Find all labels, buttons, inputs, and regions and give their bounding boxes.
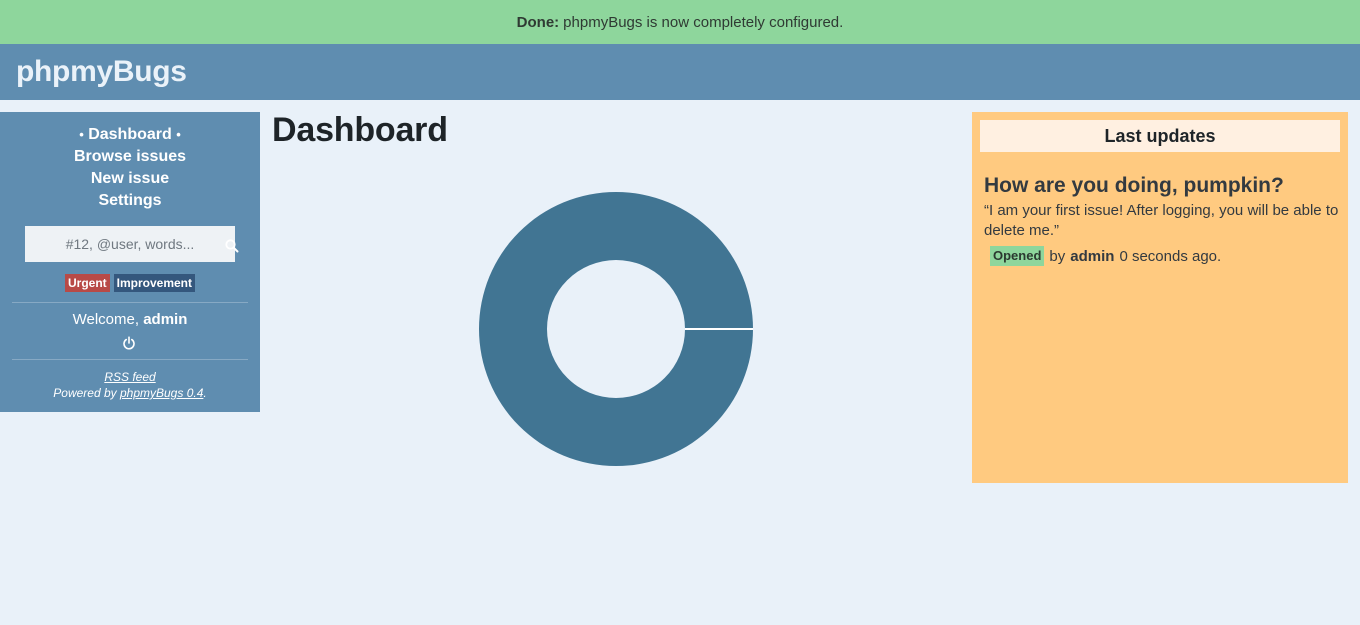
welcome-text: Welcome, admin [0, 311, 260, 328]
page-title: Dashboard [272, 111, 448, 149]
nav-settings[interactable]: Settings [0, 190, 260, 212]
last-updates-panel: Last updates How are you doing, pumpkin?… [972, 112, 1348, 483]
power-icon[interactable] [122, 336, 136, 350]
sidebar-footer: RSS feed Powered by phpmyBugs 0.4. [0, 369, 260, 401]
tag-list: Urgent Improvement [0, 274, 260, 292]
issue-by: by [1049, 247, 1066, 265]
welcome-prefix: Welcome, [72, 311, 140, 328]
sidebar: • Dashboard • Browse issues New issue Se… [0, 112, 260, 412]
tag-urgent[interactable]: Urgent [64, 274, 110, 292]
top-header: phpmyBugs [0, 44, 1360, 100]
sidebar-divider [12, 302, 248, 303]
welcome-user: admin [143, 311, 188, 328]
issue-time: 0 seconds ago. [1119, 247, 1222, 265]
notice-prefix: Done: [516, 13, 560, 31]
brand-logo[interactable]: phpmyBugs [16, 55, 187, 89]
issue-meta: Opened by admin 0 seconds ago. [990, 246, 1221, 266]
sidebar-divider [12, 359, 248, 360]
powered-by-prefix: Powered by [53, 386, 117, 400]
notice-message: phpmyBugs is now completely configured. [563, 13, 844, 31]
tag-improvement[interactable]: Improvement [113, 274, 196, 292]
active-bullet-icon: • [79, 127, 84, 142]
status-badge: Opened [990, 246, 1045, 266]
rss-feed-link[interactable]: RSS feed [104, 370, 155, 384]
success-notice: Done: phpmyBugs is now completely config… [0, 0, 1360, 44]
nav-dashboard-label: Dashboard [88, 126, 172, 143]
search-form [12, 226, 248, 262]
nav-new-issue[interactable]: New issue [0, 168, 260, 190]
last-updates-heading: Last updates [980, 120, 1340, 152]
issue-author[interactable]: admin [1070, 248, 1114, 265]
sidebar-nav: • Dashboard • Browse issues New issue Se… [0, 112, 260, 212]
issue-title[interactable]: How are you doing, pumpkin? [984, 174, 1284, 198]
nav-browse-issues[interactable]: Browse issues [0, 146, 260, 168]
phpmybugs-link[interactable]: phpmyBugs 0.4 [120, 386, 203, 400]
powered-by-suffix: . [203, 386, 207, 400]
nav-dashboard[interactable]: • Dashboard • [0, 124, 260, 146]
active-bullet-icon: • [176, 127, 181, 142]
search-icon[interactable] [224, 238, 240, 254]
issue-body: “I am your first issue! After logging, y… [984, 202, 1339, 239]
search-input[interactable] [25, 226, 235, 262]
issues-donut-chart [479, 191, 753, 467]
